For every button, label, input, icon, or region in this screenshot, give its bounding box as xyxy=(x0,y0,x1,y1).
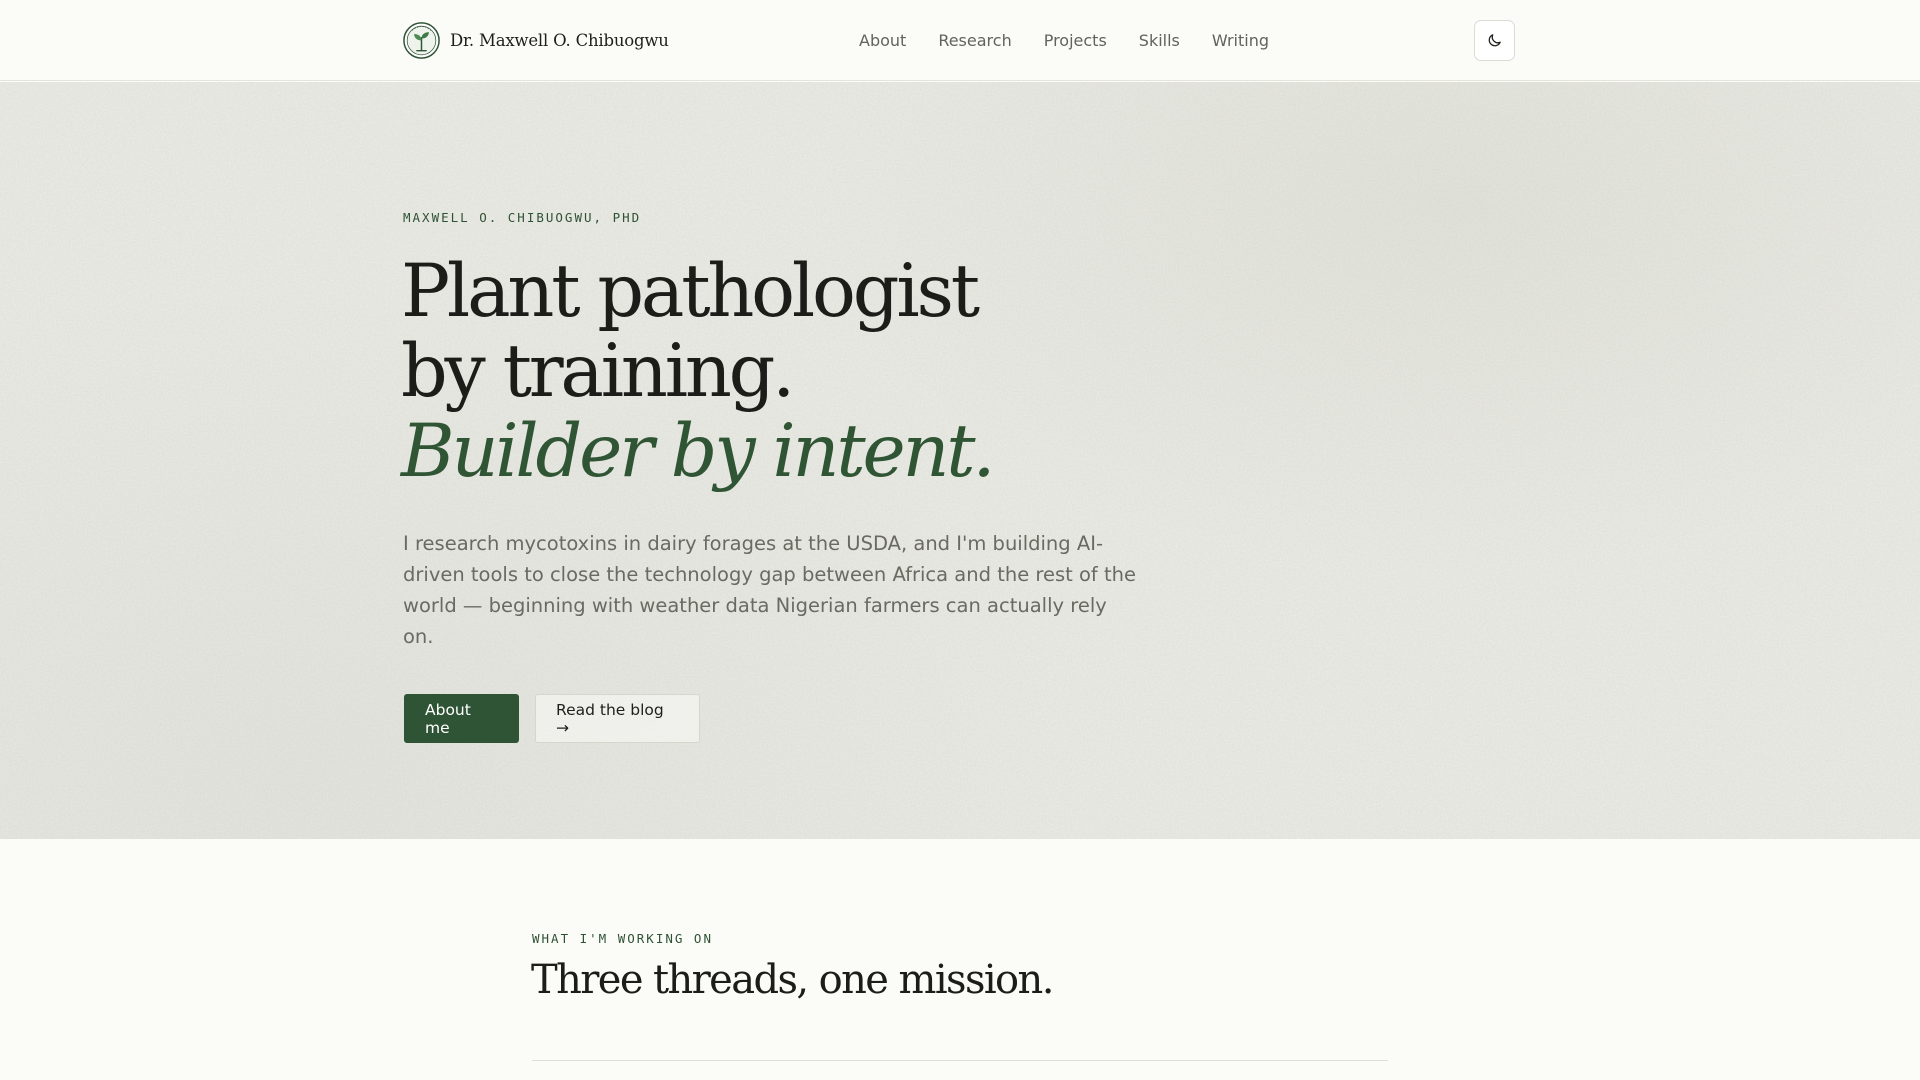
brand-home-link[interactable]: Dr. Maxwell O. Chibuogwu xyxy=(403,21,669,59)
hero-lede: I research mycotoxins in dairy forages a… xyxy=(403,532,1136,648)
brand-name: Dr. Maxwell O. Chibuogwu xyxy=(450,30,669,50)
hero-title-line-2: by training. xyxy=(401,329,795,414)
hero-title: Plant pathologist by training. Builder b… xyxy=(401,249,996,494)
read-blog-button[interactable]: Read the blog → xyxy=(535,694,700,743)
hero-title-accent: Builder by intent. xyxy=(401,409,996,494)
about-me-button[interactable]: About me xyxy=(404,694,519,743)
hero-section: MAXWELL O. CHIBUOGWU, PHD Plant patholog… xyxy=(0,82,1920,839)
working-eyebrow: WHAT I'M WORKING ON xyxy=(532,931,713,946)
hero-title-line-1: Plant pathologist xyxy=(401,249,980,334)
section-divider xyxy=(532,1060,1388,1061)
hero-eyebrow: MAXWELL O. CHIBUOGWU, PHD xyxy=(403,210,642,225)
moon-icon xyxy=(1488,34,1501,47)
nav-link-skills[interactable]: Skills xyxy=(1139,31,1180,50)
nav-link-about[interactable]: About xyxy=(859,31,906,50)
working-title: Three threads, one mission. xyxy=(531,957,1054,1003)
working-on-section: WHAT I'M WORKING ON Three threads, one m… xyxy=(0,839,1920,1080)
nav-link-projects[interactable]: Projects xyxy=(1044,31,1107,50)
site-header: Dr. Maxwell O. Chibuogwu About Research … xyxy=(0,0,1920,81)
hero-actions: About me Read the blog → xyxy=(404,694,700,743)
nav-link-research[interactable]: Research xyxy=(938,31,1011,50)
theme-toggle-button[interactable] xyxy=(1474,20,1515,61)
nav-link-writing[interactable]: Writing xyxy=(1212,31,1269,50)
seedling-seal-icon xyxy=(403,21,440,59)
main-nav: About Research Projects Skills Writing xyxy=(859,0,1269,81)
